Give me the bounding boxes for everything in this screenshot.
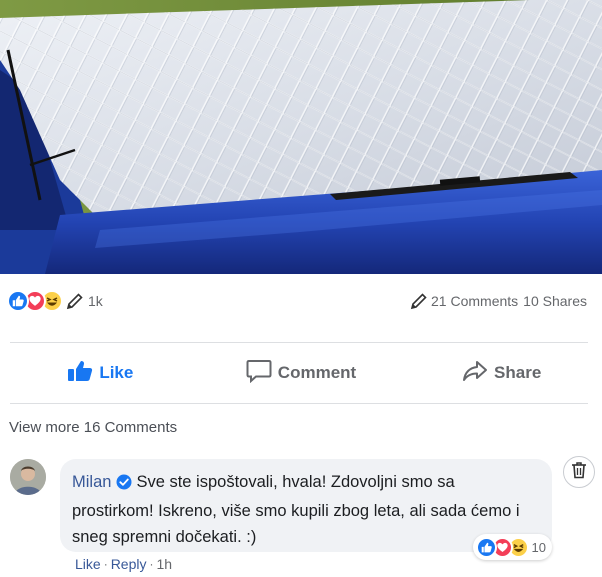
separator-dot: · xyxy=(103,557,108,571)
like-button[interactable]: Like xyxy=(0,344,201,402)
comment-text: Sve ste ispoštovali, hvala! Zdovoljni sm… xyxy=(72,473,520,546)
reactions-summary[interactable]: 1k xyxy=(7,288,103,314)
post-meta-counts: 21 Comments 10 Shares xyxy=(410,288,587,314)
separator-dot: · xyxy=(149,557,154,571)
avatar[interactable] xyxy=(10,459,46,495)
share-label: Share xyxy=(494,363,542,382)
like-label: Like xyxy=(99,363,134,382)
comment-button[interactable]: Comment xyxy=(201,344,402,402)
like-reaction-icon xyxy=(475,536,497,558)
trash-icon xyxy=(571,461,587,484)
comment-bubble: Milan Sve ste ispoštovali, hvala! Zdovolj… xyxy=(60,459,552,560)
comment-reaction-count: 10 xyxy=(531,539,546,555)
divider xyxy=(10,403,588,404)
verified-badge-icon xyxy=(116,472,132,498)
comment-label: Comment xyxy=(277,363,357,382)
comment-actions: Like · Reply · 1h xyxy=(75,556,172,572)
comments-count[interactable]: 21 Comments xyxy=(431,293,518,309)
pencil-icon xyxy=(66,292,84,310)
view-more-comments-link[interactable]: View more 16 Comments xyxy=(9,419,177,436)
post-stats-row: 1k 21 Comments 10 Shares xyxy=(0,284,602,318)
comment-body: Milan Sve ste ispoštovali, hvala! Zdovolj… xyxy=(72,469,538,550)
share-icon xyxy=(462,359,494,388)
comment-icon xyxy=(246,359,278,388)
share-button[interactable]: Share xyxy=(401,344,602,402)
divider xyxy=(10,342,588,343)
post-image[interactable] xyxy=(0,0,602,274)
comment-like-link[interactable]: Like xyxy=(75,556,101,572)
reaction-count: 1k xyxy=(88,293,103,309)
like-reaction-icon xyxy=(7,290,29,312)
comment-timestamp[interactable]: 1h xyxy=(156,556,172,572)
shares-count[interactable]: 10 Shares xyxy=(523,293,587,309)
delete-comment-button[interactable] xyxy=(563,456,595,488)
pencil-icon xyxy=(410,292,428,310)
comment-author[interactable]: Milan xyxy=(72,473,111,491)
comment-reactions[interactable]: 10 xyxy=(472,534,552,560)
thumbs-up-icon xyxy=(67,360,99,387)
comment-reply-link[interactable]: Reply xyxy=(111,556,147,572)
post-action-bar: Like Comment Share xyxy=(0,344,602,402)
